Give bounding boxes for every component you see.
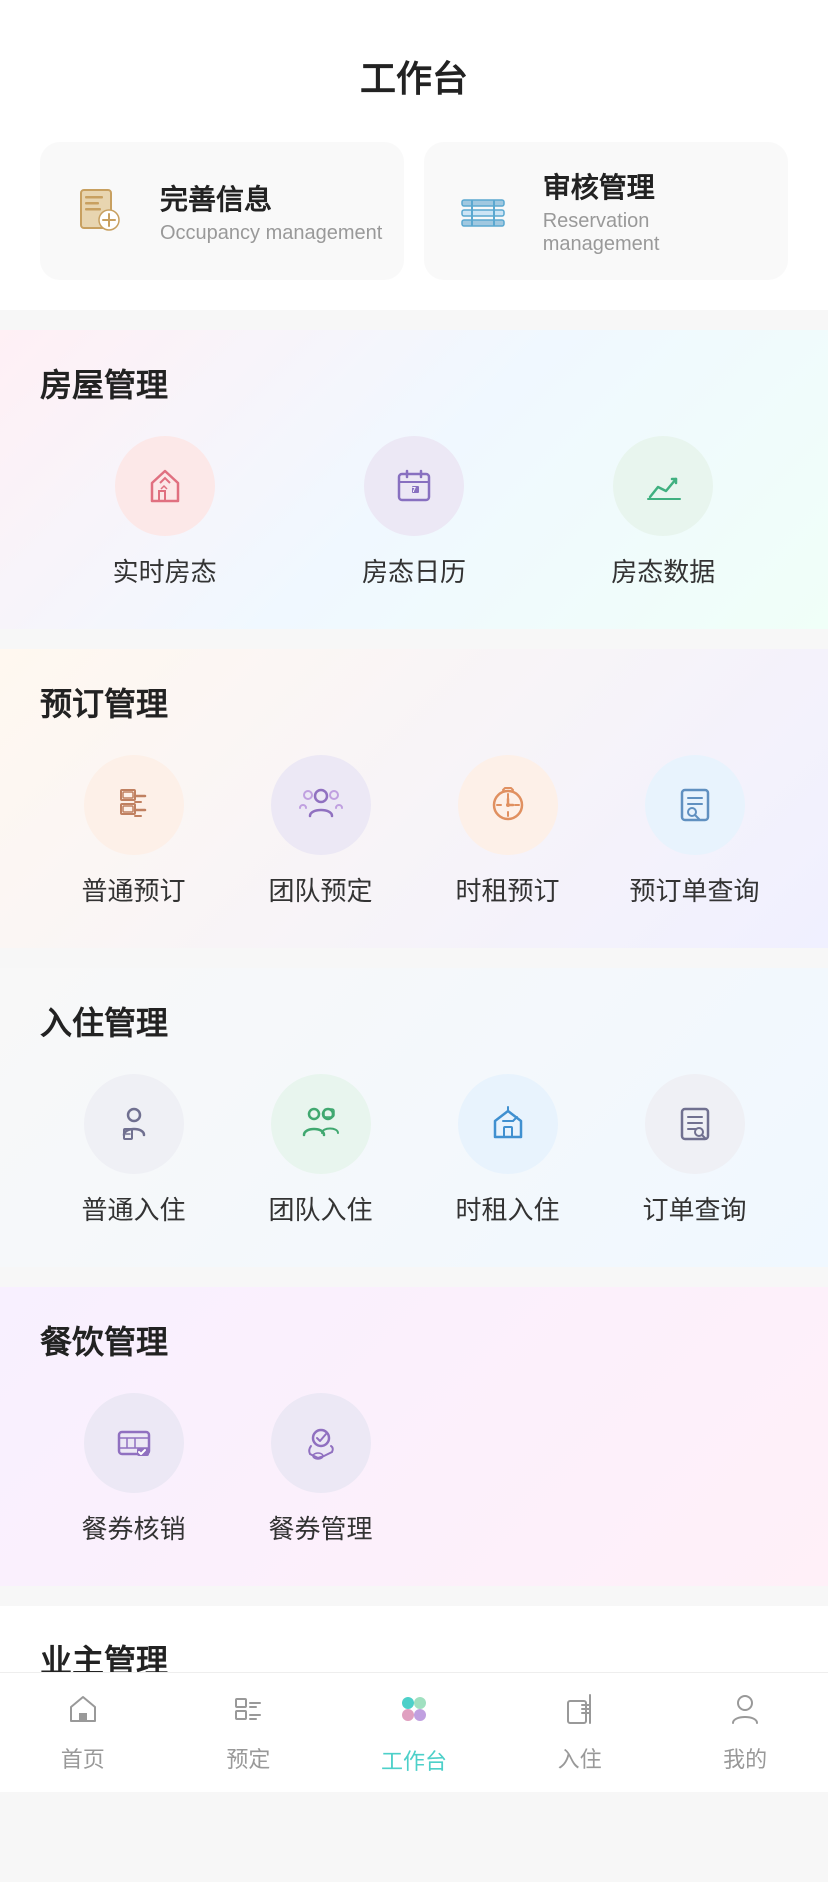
reservation-management-grid: 普通预订 团队预定: [40, 755, 788, 908]
checkin-nav-label: 入住: [558, 1742, 602, 1774]
mine-nav-label: 我的: [723, 1742, 767, 1774]
normal-reservation-item[interactable]: 普通预订: [40, 755, 227, 908]
reservation-query-icon: [645, 755, 745, 855]
hourly-checkin-label: 时租入住: [455, 1190, 559, 1227]
realtime-status-item[interactable]: 实时房态: [40, 436, 289, 589]
reservation-nav-icon: [230, 1691, 266, 1736]
room-calendar-item[interactable]: 7 房态日历: [289, 436, 538, 589]
normal-checkin-item[interactable]: 普通入住: [40, 1074, 227, 1227]
dining-management-grid: 餐券核销 餐券管理: [40, 1393, 788, 1546]
complete-info-cn-label: 完善信息: [160, 178, 382, 218]
page-title: 工作台: [0, 50, 828, 102]
nav-item-workbench[interactable]: 工作台: [331, 1689, 497, 1776]
team-checkin-item[interactable]: 团队入住: [227, 1074, 414, 1227]
complete-info-text: 完善信息 Occupancy management: [160, 178, 382, 245]
room-data-icon: [613, 436, 713, 536]
complete-info-card[interactable]: 完善信息 Occupancy management: [40, 142, 404, 280]
team-checkin-label: 团队入住: [268, 1190, 372, 1227]
normal-checkin-icon: [84, 1074, 184, 1174]
reservation-query-label: 预订单查询: [629, 871, 759, 908]
dining-management-section: 餐饮管理 餐券核销: [0, 1287, 828, 1586]
realtime-status-label: 实时房态: [113, 552, 217, 589]
coupon-cancel-icon: [84, 1393, 184, 1493]
svg-text:7: 7: [412, 487, 416, 494]
coupon-cancel-item[interactable]: 餐券核销: [40, 1393, 227, 1546]
coupon-manage-item[interactable]: 餐券管理: [227, 1393, 414, 1546]
room-calendar-label: 房态日历: [362, 552, 466, 589]
complete-info-icon: [60, 171, 140, 251]
nav-item-home[interactable]: 首页: [0, 1691, 166, 1774]
order-query-item[interactable]: 订单查询: [601, 1074, 788, 1227]
approval-icon: [444, 171, 523, 251]
reservation-management-title: 预订管理: [40, 679, 788, 725]
hourly-reservation-label: 时租预订: [455, 871, 559, 908]
normal-reservation-icon: [84, 755, 184, 855]
reservation-management-section: 预订管理 普通预订: [0, 649, 828, 948]
workbench-nav-icon: [394, 1689, 434, 1738]
room-management-title: 房屋管理: [40, 360, 788, 406]
team-reservation-label: 团队预定: [268, 871, 372, 908]
approval-text: 审核管理 Reservation management: [543, 166, 768, 256]
normal-checkin-label: 普通入住: [81, 1190, 185, 1227]
approval-card[interactable]: 审核管理 Reservation management: [424, 142, 788, 280]
coupon-manage-icon: [271, 1393, 371, 1493]
normal-reservation-label: 普通预订: [81, 871, 185, 908]
coupon-cancel-label: 餐券核销: [81, 1509, 185, 1546]
mine-nav-icon: [727, 1691, 763, 1736]
team-reservation-icon: [271, 755, 371, 855]
nav-item-checkin[interactable]: 入住: [497, 1691, 663, 1774]
workbench-nav-label: 工作台: [381, 1744, 447, 1776]
room-data-item[interactable]: 房态数据: [539, 436, 788, 589]
room-management-section: 房屋管理 实时房态: [0, 330, 828, 629]
checkin-nav-icon: [562, 1691, 598, 1736]
coupon-manage-label: 餐券管理: [268, 1509, 372, 1546]
header: 工作台: [0, 0, 828, 122]
room-data-label: 房态数据: [611, 552, 715, 589]
realtime-status-icon: [115, 436, 215, 536]
dining-management-title: 餐饮管理: [40, 1317, 788, 1363]
hourly-checkin-item[interactable]: 时租入住: [414, 1074, 601, 1227]
hourly-reservation-icon: [458, 755, 558, 855]
checkin-management-title: 入住管理: [40, 998, 788, 1044]
room-calendar-icon: 7: [364, 436, 464, 536]
nav-item-reservation[interactable]: 预定: [166, 1691, 332, 1774]
checkin-management-section: 入住管理 普通入住: [0, 968, 828, 1267]
complete-info-en-label: Occupancy management: [160, 222, 382, 245]
team-reservation-item[interactable]: 团队预定: [227, 755, 414, 908]
room-management-grid: 实时房态 7 房态日历: [40, 436, 788, 589]
order-query-icon: [645, 1074, 745, 1174]
nav-item-mine[interactable]: 我的: [662, 1691, 828, 1774]
bottom-nav: 首页 预定 工作台: [0, 1672, 828, 1792]
order-query-label: 订单查询: [642, 1190, 746, 1227]
reservation-nav-label: 预定: [226, 1742, 270, 1774]
top-cards-container: 完善信息 Occupancy management 审核管理 Reservati…: [0, 122, 828, 310]
home-nav-icon: [65, 1691, 101, 1736]
approval-en-label: Reservation management: [543, 210, 768, 256]
hourly-checkin-icon: [458, 1074, 558, 1174]
hourly-reservation-item[interactable]: 时租预订: [414, 755, 601, 908]
approval-cn-label: 审核管理: [543, 166, 768, 206]
team-checkin-icon: [271, 1074, 371, 1174]
checkin-management-grid: 普通入住 团队入住: [40, 1074, 788, 1227]
reservation-query-item[interactable]: 预订单查询: [601, 755, 788, 908]
home-nav-label: 首页: [61, 1742, 105, 1774]
